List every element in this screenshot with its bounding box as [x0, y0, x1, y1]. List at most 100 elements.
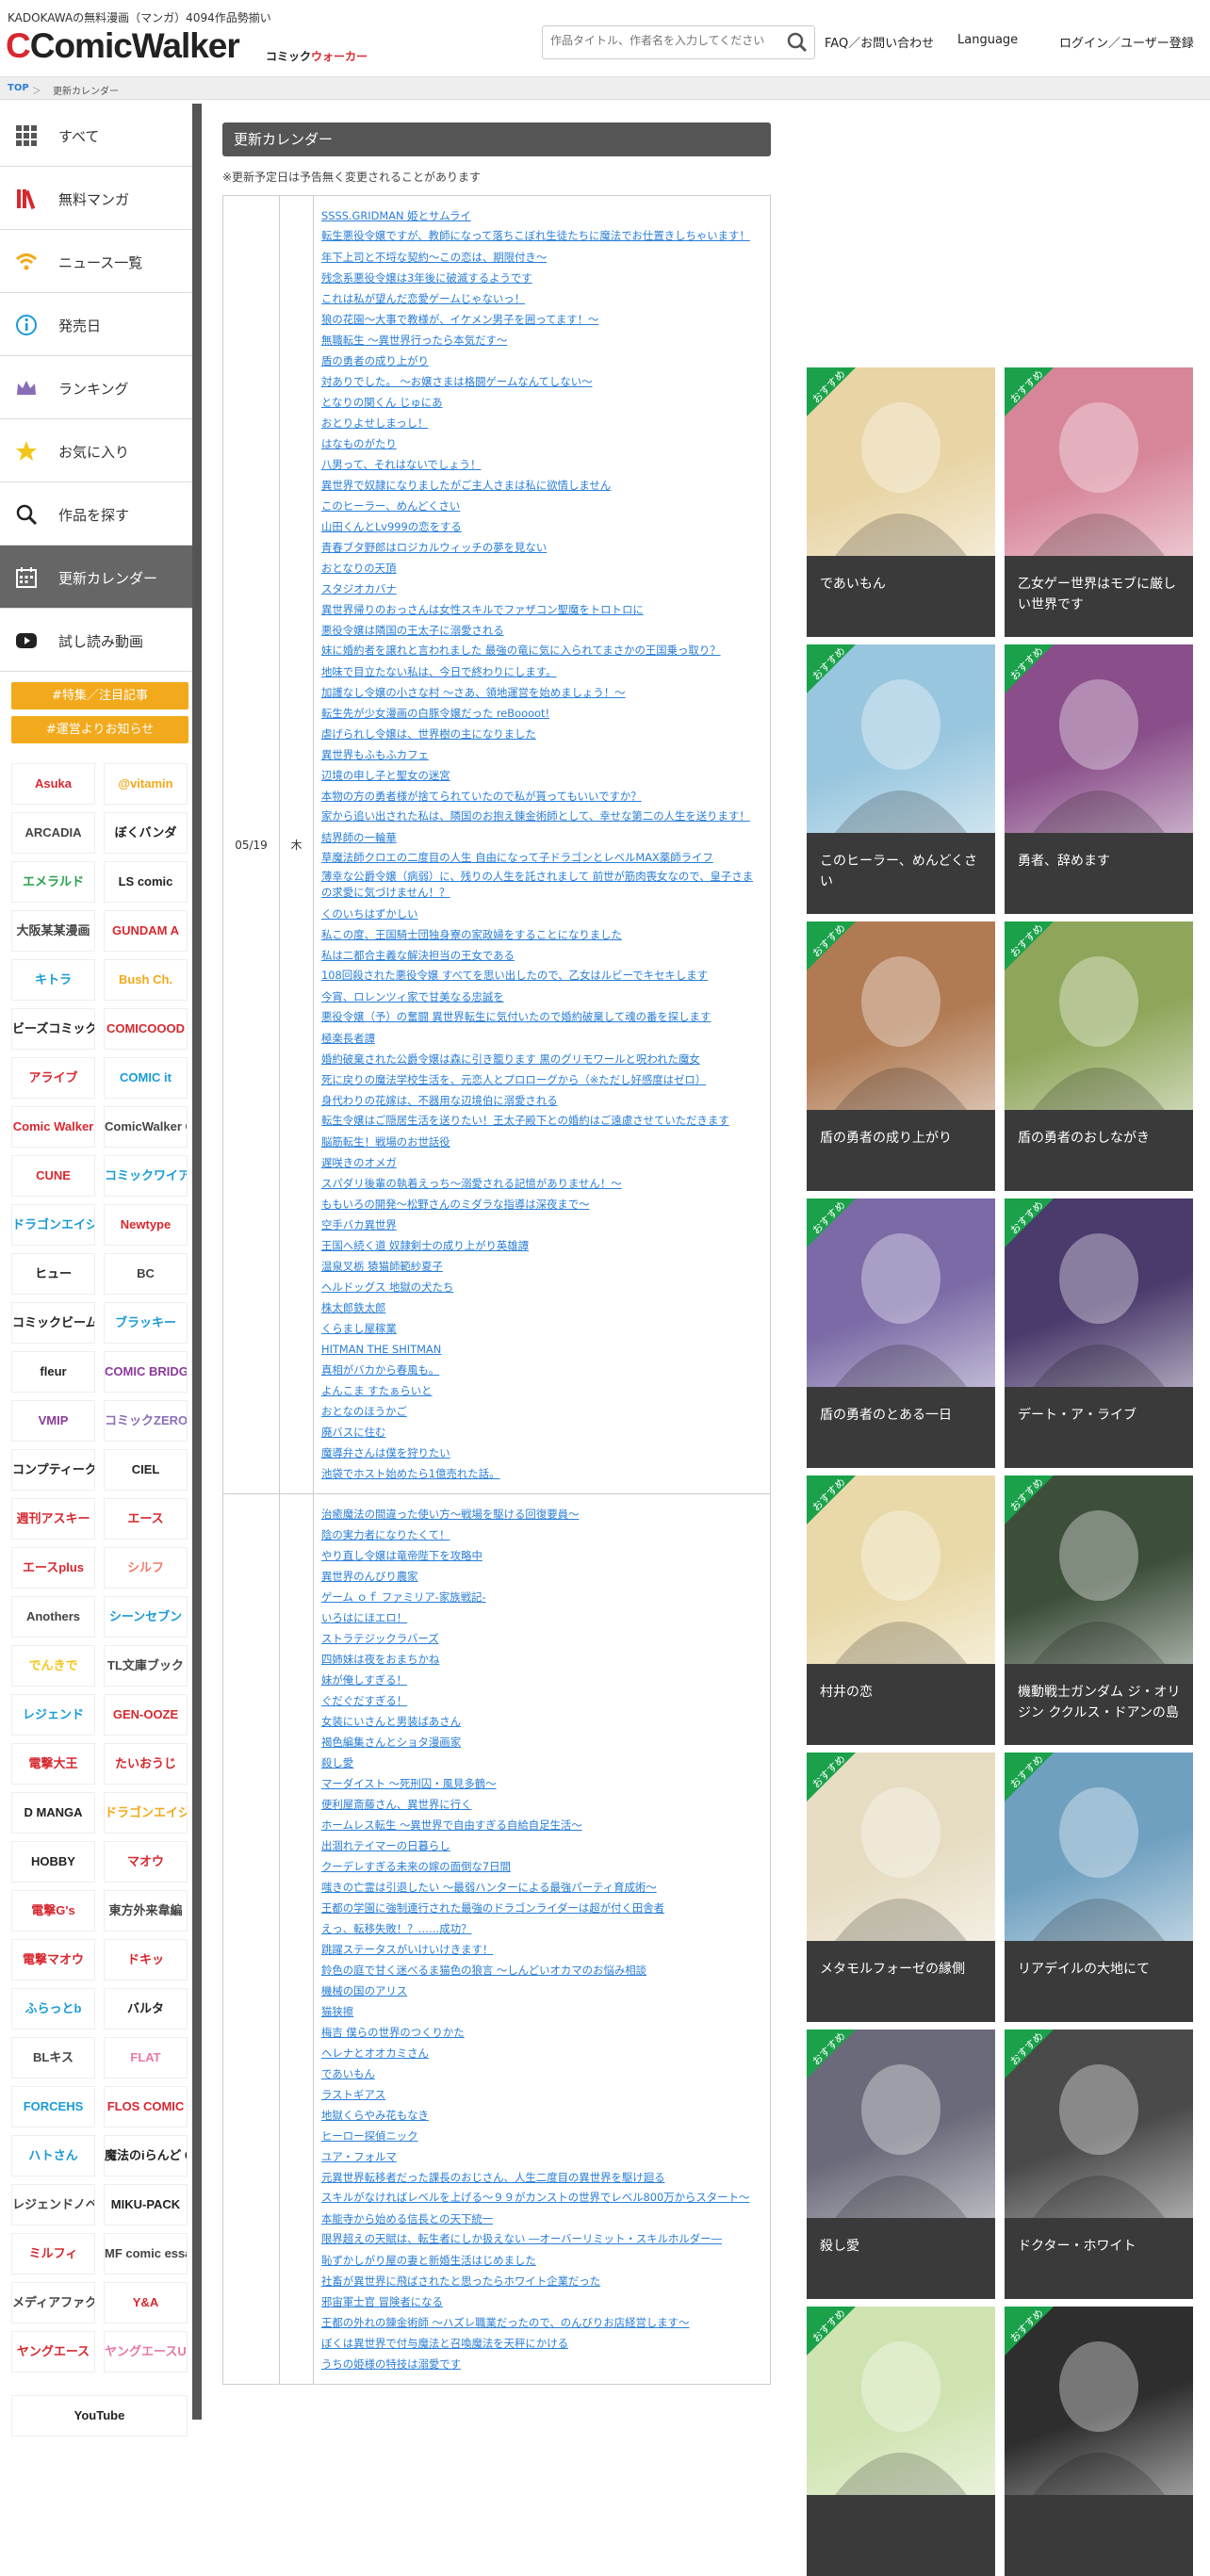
- label-logo[interactable]: CIEL: [104, 1449, 188, 1491]
- label-logo[interactable]: GEN-OOZE: [104, 1694, 188, 1736]
- title-link[interactable]: 無職転生 ～異世界行ったら本気だす～: [321, 330, 759, 351]
- title-link[interactable]: くのいちはずかしい: [321, 904, 759, 924]
- special-articles-button[interactable]: #特集／注目記事: [11, 682, 188, 709]
- title-link[interactable]: ホームレス転生 ～異世界で自由すぎる自給自足生活～: [321, 1815, 759, 1835]
- label-logo[interactable]: ハトさん: [11, 2135, 95, 2177]
- featured-card[interactable]: おすすめ 勇者、辞めます: [1005, 644, 1193, 914]
- title-link[interactable]: 対ありでした。 ～お嬢さまは格闘ゲームなんてしない～: [321, 371, 759, 392]
- label-logo[interactable]: コミックワイア: [104, 1155, 188, 1197]
- title-link[interactable]: 脳筋転生！戦場のお世話役: [321, 1132, 759, 1152]
- title-link[interactable]: 社畜が異世界に飛ばされたと思ったらホワイト企業だった: [321, 2271, 759, 2291]
- label-logo[interactable]: Comic Walker: [11, 1106, 95, 1148]
- title-link[interactable]: ぼくは異世界で付与魔法と召喚魔法を天秤にかける: [321, 2333, 759, 2354]
- label-logo[interactable]: MIKU-PACK: [104, 2184, 188, 2225]
- title-link[interactable]: 異世界で奴隷になりましたがご主人さまは私に欲情しません: [321, 475, 759, 496]
- title-link[interactable]: ストラテジックラバーズ: [321, 1628, 759, 1649]
- label-logo[interactable]: ComicWalker GLOBAL: [104, 1106, 188, 1148]
- featured-card[interactable]: おすすめ 乙女ゲー世界はモブに厳しい世界です: [1005, 367, 1193, 637]
- title-link[interactable]: 異世界のんびり農家: [321, 1566, 759, 1587]
- label-logo[interactable]: ヤングエース: [11, 2331, 95, 2372]
- title-link[interactable]: 年下上司と不埒な契約～この恋は、期限付き～: [321, 247, 759, 268]
- search-box[interactable]: [542, 25, 815, 59]
- title-link[interactable]: このヒーラー、めんどくさい: [321, 496, 759, 516]
- label-logo[interactable]: ふらっとb: [11, 1988, 95, 2030]
- featured-card[interactable]: おすすめ であいもん: [807, 367, 995, 637]
- label-logo[interactable]: ドラゴンエイジ: [104, 1792, 188, 1834]
- label-logo[interactable]: FLOS COMIC: [104, 2086, 188, 2128]
- featured-card[interactable]: おすすめ 盾の勇者のとある一日: [807, 1198, 995, 1468]
- featured-card[interactable]: おすすめ 殺し愛: [807, 2030, 995, 2299]
- title-link[interactable]: 私この度、王国騎士団独身寮の家政婦をすることになりました: [321, 924, 759, 945]
- label-logo[interactable]: TL文庫ブック: [104, 1645, 188, 1687]
- title-link[interactable]: スタジオカバナ: [321, 579, 759, 599]
- title-link[interactable]: 温泉叉栃 猿猫師範紗夏子: [321, 1256, 759, 1277]
- label-logo[interactable]: たいおうじ: [104, 1743, 188, 1785]
- featured-card[interactable]: おすすめ 盾の勇者のおしながき: [1005, 921, 1193, 1191]
- title-link[interactable]: 八男って、それはないでしょう！: [321, 454, 759, 475]
- label-logo[interactable]: ミルフィ: [11, 2233, 95, 2274]
- title-link[interactable]: 草魔法師クロエの二度目の人生 自由になって子ドラゴンとレベルMAX薬師ライフ: [321, 850, 759, 866]
- label-logo[interactable]: キトラ: [11, 959, 95, 1001]
- title-link[interactable]: 虐げられし令嬢は、世界樹の主になりました: [321, 724, 759, 744]
- featured-card[interactable]: おすすめ 機動戦士ガンダム ジ・オリジン ククルス・ドアンの島: [1005, 1475, 1193, 1745]
- label-logo[interactable]: 電撃大王: [11, 1743, 95, 1785]
- label-logo[interactable]: シーンセブン: [104, 1596, 188, 1638]
- faq-link[interactable]: FAQ／お問い合わせ: [825, 33, 934, 51]
- label-logo[interactable]: アライブ: [11, 1057, 95, 1099]
- title-link[interactable]: 盾の勇者の成り上がり: [321, 351, 759, 371]
- title-link[interactable]: 元異世界転移者だった課長のおじさん、人生二度目の異世界を駆け廻る: [321, 2167, 759, 2188]
- title-link[interactable]: 身代わりの花嫁は、不器用な辺境伯に溺愛される: [321, 1090, 759, 1111]
- label-logo[interactable]: ドラゴンエイジ: [11, 1204, 95, 1246]
- label-logo[interactable]: Newtype: [104, 1204, 188, 1246]
- label-logo[interactable]: シルフ: [104, 1547, 188, 1589]
- youtube-logo[interactable]: YouTube: [11, 2395, 188, 2437]
- title-link[interactable]: 褐色編集さんとショタ漫画家: [321, 1732, 759, 1753]
- title-link[interactable]: 山田くんとLv999の恋をする: [321, 516, 759, 537]
- label-logo[interactable]: BC: [104, 1253, 188, 1295]
- title-link[interactable]: 妹が俺しすぎる！: [321, 1670, 759, 1690]
- label-logo[interactable]: FORCEHS: [11, 2086, 95, 2128]
- title-link[interactable]: ぐだぐだすぎる！: [321, 1690, 759, 1711]
- sidebar-item-6[interactable]: 作品を探す: [0, 482, 192, 546]
- label-logo[interactable]: BLキス: [11, 2037, 95, 2079]
- title-link[interactable]: はなものがたり: [321, 433, 759, 454]
- title-link[interactable]: 薄幸な公爵令嬢（病弱）に、残りの人生を託されまして 前世が筋肉喪女なので、皇子さ…: [321, 869, 759, 901]
- featured-card[interactable]: おすすめ 盾の勇者の成り上がり: [807, 921, 995, 1191]
- label-logo[interactable]: Bush Ch.: [104, 959, 188, 1001]
- title-link[interactable]: 悪役令嬢は隣国の王太子に溺愛される: [321, 620, 759, 641]
- label-logo[interactable]: LS comic: [104, 861, 188, 903]
- title-link[interactable]: これは私が望んだ恋愛ゲームじゃないっ！: [321, 288, 759, 309]
- label-logo[interactable]: レジェンド: [11, 1694, 95, 1736]
- label-logo[interactable]: ARCADIA: [11, 812, 95, 854]
- title-link[interactable]: マーダイスト ～死刑囚・風見多鶴～: [321, 1773, 759, 1794]
- title-link[interactable]: 嗤きの亡霊は引退したい ～最弱ハンターによる最強パーティ育成術～: [321, 1877, 759, 1898]
- title-link[interactable]: 極楽長者譚: [321, 1028, 759, 1049]
- title-link[interactable]: 空手バカ異世界: [321, 1215, 759, 1235]
- title-link[interactable]: SSSS.GRIDMAN 姫とサムライ: [321, 205, 759, 226]
- title-link[interactable]: 加護なし令嬢の小さな村 ～さあ、領地運営を始めましょう！～: [321, 682, 759, 703]
- title-link[interactable]: おとなりの天頂: [321, 558, 759, 579]
- featured-card[interactable]: おすすめ メタモルフォーゼの縁側: [807, 1753, 995, 2022]
- title-link[interactable]: 株太郎鉄太郎: [321, 1297, 759, 1318]
- sidebar-item-4[interactable]: ランキング: [0, 356, 192, 419]
- featured-card[interactable]: おすすめ: [1005, 2307, 1193, 2576]
- title-link[interactable]: 王都の外れの錬金術師 ～ハズレ職業だったので、のんびりお店経営します～: [321, 2312, 759, 2333]
- label-logo[interactable]: Asuka: [11, 763, 95, 805]
- breadcrumb-top[interactable]: TOP: [8, 83, 29, 93]
- title-link[interactable]: 転生悪役令嬢ですが、教師になって落ちこぼれ生徒たちに魔法でお仕置きしちゃいます！: [321, 228, 759, 244]
- title-link[interactable]: ラストギアス: [321, 2084, 759, 2105]
- title-link[interactable]: ユア・フォルマ: [321, 2146, 759, 2167]
- label-logo[interactable]: D MANGA: [11, 1792, 95, 1834]
- title-link[interactable]: 本能寺から始める信長との天下統一: [321, 2209, 759, 2229]
- title-link[interactable]: HITMAN THE SHITMAN: [321, 1339, 759, 1360]
- label-logo[interactable]: FLAT: [104, 2037, 188, 2079]
- title-link[interactable]: 邪宙軍士官 冒険者になる: [321, 2291, 759, 2312]
- label-logo[interactable]: Y&A: [104, 2282, 188, 2323]
- sidebar-item-8[interactable]: 試し読み動画: [0, 609, 192, 672]
- label-logo[interactable]: GUNDAM A: [104, 910, 188, 952]
- label-logo[interactable]: メディアファクトリー: [11, 2282, 95, 2323]
- label-logo[interactable]: 魔法のiらんど COMICS: [104, 2135, 188, 2177]
- title-link[interactable]: 猫狭擦: [321, 2001, 759, 2022]
- label-logo[interactable]: 電撃マオウ: [11, 1939, 95, 1981]
- title-link[interactable]: 悪役令嬢（予）の奮闘 異世界転生に気付いたので婚約破棄して魂の番を探します: [321, 1009, 759, 1025]
